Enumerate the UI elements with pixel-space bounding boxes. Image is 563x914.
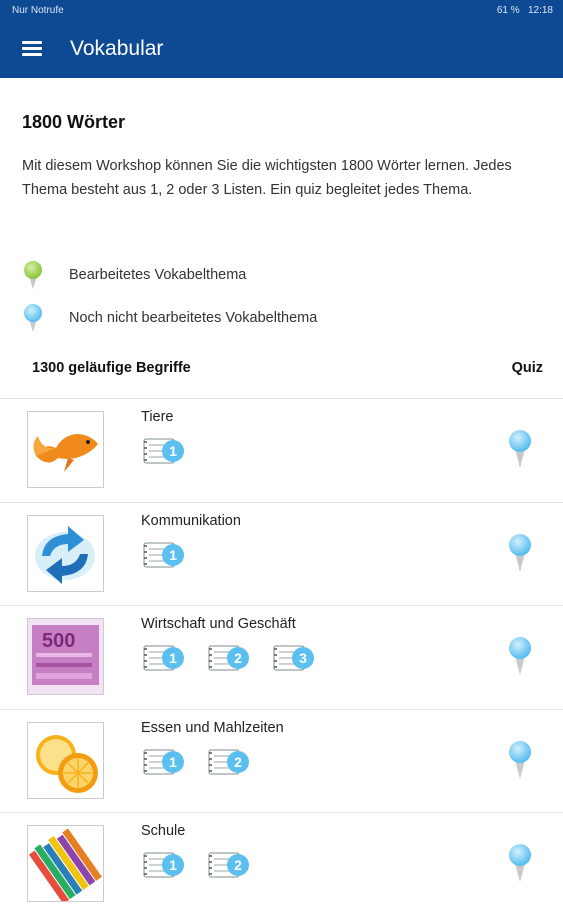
vocab-list-1-icon[interactable]: 1 [141, 643, 189, 673]
vocab-list-3-icon[interactable]: 3 [271, 643, 319, 673]
intro-description: Mit diesem Workshop können Sie die wicht… [22, 158, 512, 198]
svg-text:1: 1 [169, 857, 177, 873]
quiz-pin-icon[interactable] [507, 843, 533, 888]
quiz-pin-icon[interactable] [507, 533, 533, 578]
vocab-list-1-icon[interactable]: 1 [141, 850, 189, 880]
page-heading: 1800 Wörter [22, 112, 126, 132]
topic-label: Tiere [141, 409, 174, 425]
topic-row[interactable]: Kommunikation 1 [0, 501, 563, 604]
section-title: 1300 geläufige Begriffe [32, 360, 191, 376]
svg-text:1: 1 [169, 650, 177, 666]
status-carrier: Nur Notrufe [12, 5, 64, 16]
svg-text:1: 1 [169, 754, 177, 770]
topic-row[interactable]: Essen und Mahlzeiten 1 2 [0, 708, 563, 811]
topic-row[interactable]: 500 Wirtschaft und Geschäft 1 2 3 [0, 605, 563, 707]
status-bar: Nur Notrufe 61 % 12:18 [0, 0, 563, 22]
legend-label: Noch nicht bearbeitetes Vokabelthema [69, 310, 318, 326]
topic-label: Schule [141, 823, 186, 839]
orange-slices-image[interactable] [27, 721, 104, 799]
vocab-list-1-icon[interactable]: 1 [141, 436, 189, 466]
quiz-pin-icon[interactable] [507, 429, 533, 474]
section-header: 1300 geläufige Begriffe Quiz [0, 348, 563, 384]
svg-text:1: 1 [169, 547, 177, 563]
quiz-pin-icon[interactable] [507, 636, 533, 681]
vocab-list-1-icon[interactable]: 1 [141, 747, 189, 777]
app-bar: Vokabular [0, 22, 563, 78]
status-battery: 61 % [496, 5, 520, 16]
green-pin-icon [24, 261, 42, 289]
svg-text:1: 1 [169, 443, 177, 459]
vocab-list-2-icon[interactable]: 2 [206, 747, 254, 777]
svg-text:2: 2 [234, 650, 242, 666]
svg-text:3: 3 [299, 650, 307, 666]
status-time: 12:18 [527, 5, 553, 16]
vocab-list-1-icon[interactable]: 1 [141, 540, 189, 570]
euro-banknote-image[interactable]: 500 [27, 618, 104, 695]
refresh-arrows-image[interactable] [27, 514, 104, 592]
quiz-pin-icon[interactable] [507, 740, 533, 785]
topic-row[interactable]: Tiere 1 [0, 398, 563, 500]
svg-text:500: 500 [42, 630, 75, 652]
status-right: 61 % 12:18 [497, 5, 553, 16]
app-title: Vokabular [70, 37, 164, 60]
svg-text:2: 2 [234, 857, 242, 873]
hamburger-icon[interactable] [22, 41, 42, 57]
topic-label: Essen und Mahlzeiten [141, 719, 284, 736]
quiz-column-label: Quiz [511, 360, 543, 376]
topic-label: Kommunikation [141, 512, 241, 529]
vocab-list-2-icon[interactable]: 2 [206, 643, 254, 673]
topic-row[interactable]: Schule 1 2 [0, 812, 563, 914]
vocab-list-2-icon[interactable]: 2 [206, 850, 254, 880]
goldfish-image[interactable] [27, 411, 104, 488]
svg-text:2: 2 [234, 754, 242, 770]
topic-label: Wirtschaft und Geschäft [141, 616, 296, 632]
colored-pencils-image[interactable] [27, 825, 104, 902]
blue-pin-icon [24, 304, 42, 332]
legend-label: Bearbeitetes Vokabelthema [69, 267, 247, 283]
